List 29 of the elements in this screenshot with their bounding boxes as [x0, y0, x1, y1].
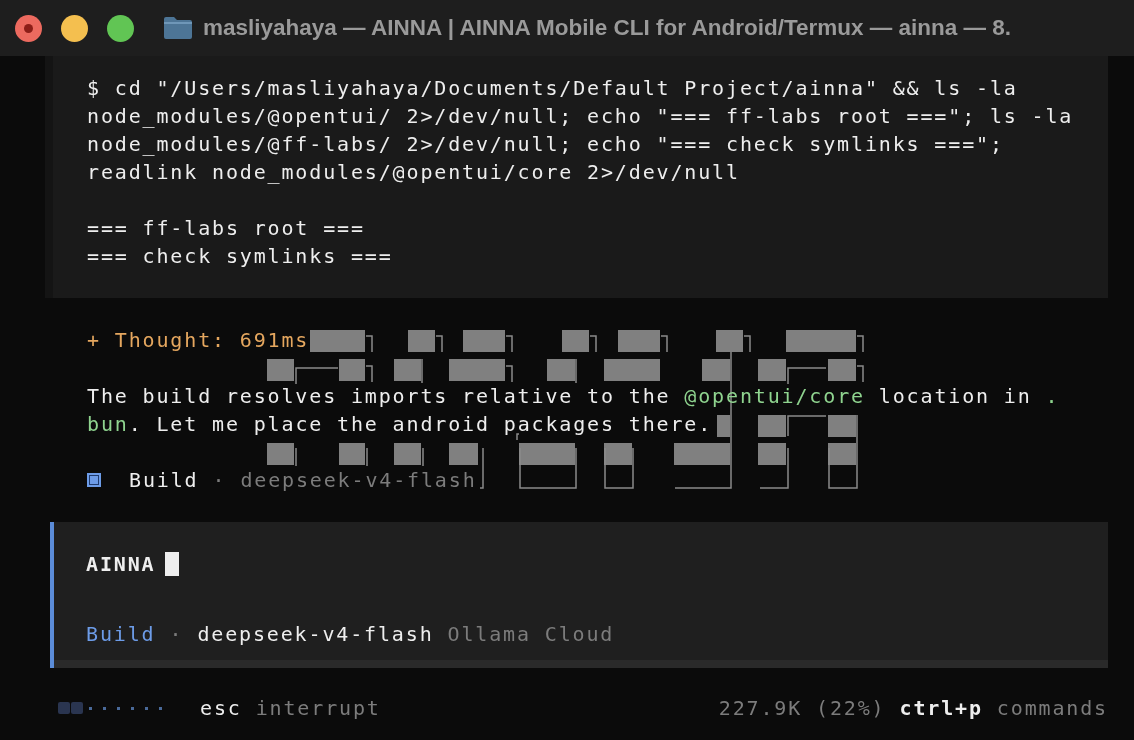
shortcut-key: ctrl+p: [899, 694, 983, 722]
minimize-button[interactable]: [61, 14, 88, 42]
token-usage: 227.9K (22%): [718, 695, 886, 722]
prompt-text: AINNA: [86, 551, 156, 578]
output-line: === ff-labs root ===: [87, 215, 366, 242]
mode-label: Build: [129, 467, 199, 494]
message-text: The build resolves imports relative to the @opentui/core location in . bun. Let me place the android packages there.: [87, 383, 1061, 438]
folder-icon: [163, 16, 193, 40]
model-name[interactable]: deepseek-v4-flash: [197, 620, 434, 648]
window-title: masliyahaya — AINNA | AINNA Mobile CLI for Android/Termux — ainna — 8.: [203, 15, 1012, 41]
separator-dot: ·: [212, 467, 227, 494]
square-icon: [87, 473, 101, 487]
thought-label: + Thought: 691ms: [87, 328, 310, 352]
output-line: === check symlinks ===: [87, 243, 394, 270]
close-button[interactable]: [15, 14, 42, 42]
mode-label[interactable]: Build: [86, 620, 156, 648]
command-line: node_modules/@opentui/ 2>/dev/null; echo "=== ff-labs root ==="; ls -la: [87, 103, 1075, 130]
shortcut-key: esc: [200, 694, 242, 722]
shortcut-label: commands: [996, 695, 1108, 722]
command-line: readlink node_modules/@opentui/core 2>/dev/null: [87, 159, 741, 186]
provider-name: Ollama Cloud: [447, 621, 615, 648]
command-line: node_modules/@ff-labs/ 2>/dev/null; echo "=== check symlinks ===";: [87, 131, 1005, 158]
progress-dots-icon: [58, 701, 164, 715]
maximize-button[interactable]: [107, 14, 134, 42]
text-cursor: [165, 552, 180, 576]
command-line: $ cd "/Users/masliyahaya/Documents/Default Project/ainna" && ls -la: [87, 75, 1019, 102]
separator-dot: ·: [169, 621, 184, 648]
model-name: deepseek-v4-flash: [240, 467, 477, 494]
shortcut-label: interrupt: [255, 695, 381, 722]
